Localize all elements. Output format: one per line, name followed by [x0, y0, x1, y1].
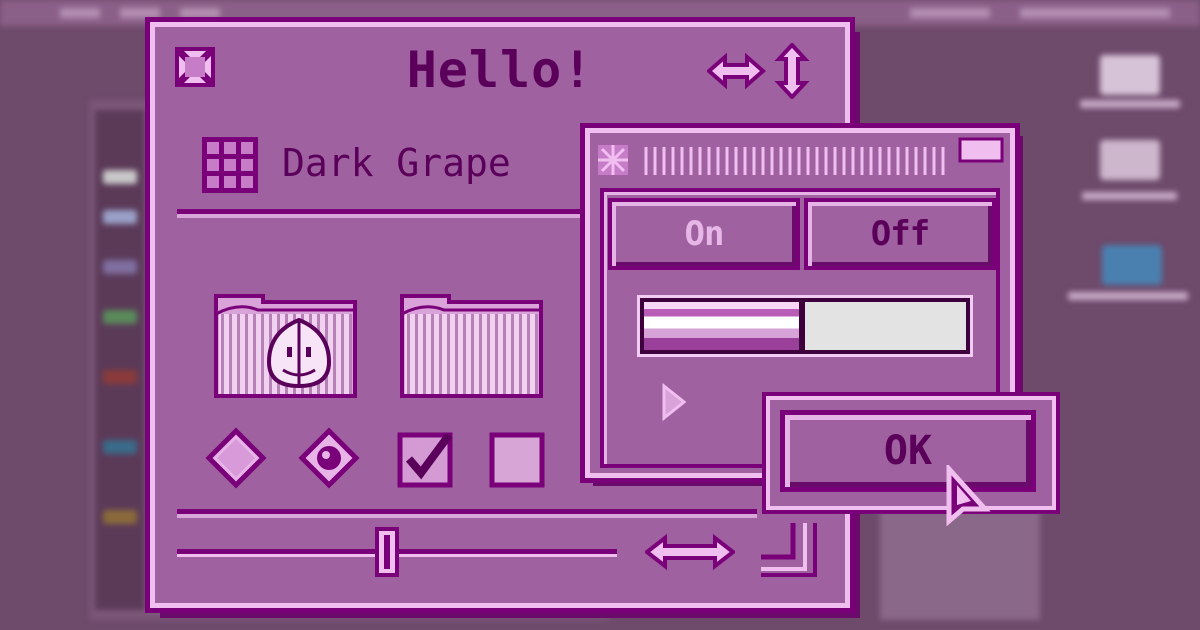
slider-thumb[interactable]	[375, 527, 399, 577]
arrow-cursor-icon	[946, 465, 991, 527]
progress-bar	[640, 298, 970, 354]
radio-button-selected[interactable]	[298, 427, 360, 489]
slider[interactable]	[177, 527, 617, 577]
segment-on-button[interactable]: On	[608, 198, 800, 270]
segment-off-button[interactable]: Off	[804, 198, 996, 270]
checkbox-checked[interactable]	[395, 427, 457, 489]
desktop-icon-disk	[1100, 55, 1160, 95]
resize-grip-icon[interactable]	[755, 519, 825, 579]
window-title: Hello!	[406, 41, 594, 99]
divider	[177, 509, 757, 514]
desktop-icon-folder	[1100, 140, 1160, 180]
theme-name: Dark Grape	[282, 141, 511, 185]
ok-button[interactable]: OK	[780, 410, 1036, 492]
checkbox-unchecked[interactable]	[487, 427, 549, 489]
grid-icon	[202, 137, 258, 193]
desktop-icon-screenshot	[1102, 245, 1162, 285]
finder-folder-icon[interactable]	[213, 292, 358, 400]
progress-fill	[644, 302, 805, 350]
close-box-icon[interactable]	[173, 45, 217, 89]
horizontal-arrows-icon[interactable]	[645, 532, 735, 572]
title-bar[interactable]: Hello!	[155, 27, 845, 123]
divider	[177, 209, 597, 214]
inner-title-bar[interactable]	[590, 133, 1010, 183]
resize-arrows-icon[interactable]	[707, 43, 817, 99]
zoom-box-icon[interactable]	[958, 137, 1004, 163]
ok-dialog: OK	[770, 400, 1052, 506]
close-box-icon[interactable]	[598, 145, 628, 175]
radio-button-unselected[interactable]	[205, 427, 267, 489]
disclosure-triangle-icon[interactable]	[660, 382, 690, 422]
folder-icon[interactable]	[399, 292, 544, 400]
